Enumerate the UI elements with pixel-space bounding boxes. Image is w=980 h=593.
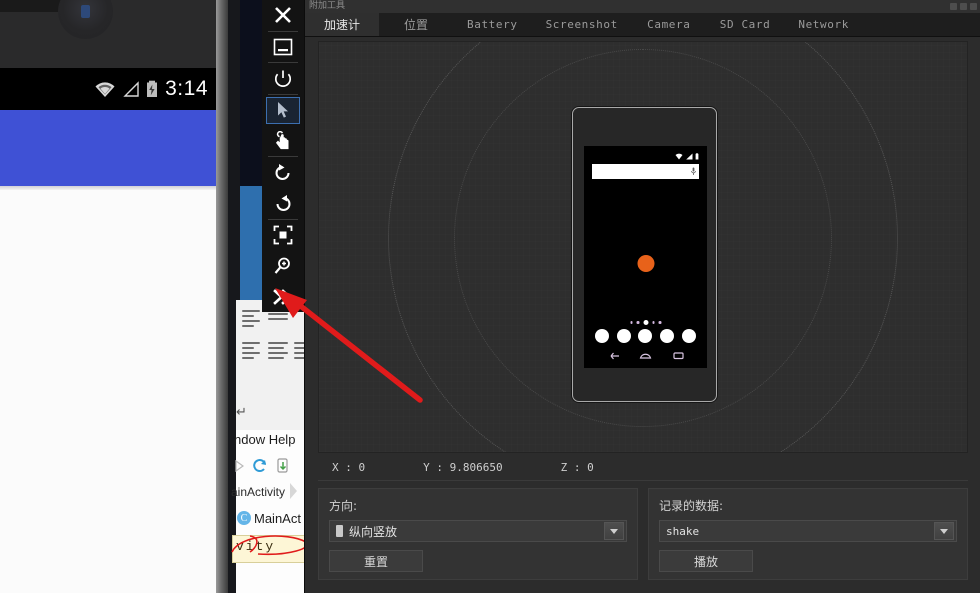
device-dock	[587, 329, 704, 343]
window-title: 附加工具	[309, 1, 346, 11]
recorded-data-select[interactable]: shake	[659, 520, 957, 542]
close-icon[interactable]	[262, 0, 304, 31]
home-icon	[639, 353, 652, 359]
red-circle-annotation	[231, 535, 309, 556]
device-signal-icon	[686, 153, 693, 159]
device-preview[interactable]	[572, 107, 717, 402]
tab-screenshot[interactable]: Screenshot	[532, 13, 632, 36]
device-search-bar	[592, 164, 699, 179]
ide-run-toolbar[interactable]	[234, 458, 290, 473]
tab-accelerometer[interactable]: 加速计	[305, 13, 379, 36]
pointer-icon[interactable]	[262, 95, 304, 126]
emulator-status-bar: 3:14	[0, 68, 216, 110]
tab-location[interactable]: 位置	[379, 13, 453, 36]
ide-class-badge: C	[237, 511, 251, 525]
microphone-icon	[691, 167, 696, 175]
dock-icon	[660, 329, 675, 343]
emulator-clock: 3:14	[165, 77, 208, 100]
dock-icon	[616, 329, 631, 343]
tab-network[interactable]: Network	[784, 13, 863, 36]
avd-manager-icon[interactable]	[276, 458, 290, 473]
window-title-bar: 附加工具	[305, 0, 980, 13]
accelerometer-position-dot	[637, 255, 654, 272]
dock-icon	[638, 329, 653, 343]
touch-hand-icon[interactable]	[262, 126, 304, 157]
rotate-right-icon[interactable]	[262, 188, 304, 219]
tab-battery[interactable]: Battery	[453, 13, 532, 36]
device-battery-icon	[695, 152, 699, 159]
phone-portrait-icon	[336, 525, 343, 537]
device-screen	[584, 146, 707, 368]
back-icon	[610, 352, 619, 359]
power-icon[interactable]	[262, 63, 304, 94]
more-chevrons-icon[interactable]	[262, 281, 304, 312]
emulator-right-bezel	[216, 0, 228, 593]
device-wifi-icon	[675, 153, 683, 159]
home-page-indicator	[630, 320, 661, 325]
emulator-app-bar	[0, 110, 216, 186]
sync-icon[interactable]	[252, 458, 268, 473]
axis-x-value: X : 0	[332, 461, 366, 474]
accelerometer-viewport[interactable]	[318, 41, 968, 453]
close-window-button[interactable]	[970, 3, 977, 10]
maximize-window-button[interactable]	[960, 3, 967, 10]
minimize-window-button[interactable]	[950, 3, 957, 10]
battery-charging-icon	[147, 80, 158, 97]
orientation-select[interactable]: 纵向竖放	[329, 520, 627, 542]
axis-z-value: Z : 0	[560, 461, 594, 474]
ide-caret-mark: ↵	[236, 404, 247, 419]
ide-class-item[interactable]: MainAct	[254, 511, 301, 526]
tab-camera[interactable]: Camera	[632, 13, 706, 36]
run-icon[interactable]	[234, 459, 244, 472]
control-panels: 方向: 纵向竖放 重置 记录的数据: shake 播放	[318, 488, 968, 580]
recorded-data-panel: 记录的数据: shake 播放	[648, 488, 968, 580]
chevron-down-icon[interactable]	[934, 522, 954, 540]
emulator-camera-icon	[58, 0, 113, 39]
reset-button[interactable]: 重置	[329, 550, 423, 572]
screen-root: 3:14 ↵ ndow Help ainActivity C MainAct v…	[0, 0, 980, 593]
tab-bar[interactable]: 加速计 位置 Battery Screenshot Camera SD Card…	[305, 13, 980, 37]
chevron-down-icon[interactable]	[604, 522, 624, 540]
play-button[interactable]: 播放	[659, 550, 753, 572]
wifi-icon	[95, 81, 115, 97]
dock-icon	[682, 329, 697, 343]
signal-icon	[123, 80, 139, 97]
device-nav-bar	[587, 345, 704, 365]
emulator-app-content	[0, 190, 216, 593]
ide-breadcrumb[interactable]: ainActivity	[231, 483, 298, 499]
recorded-data-selected-value: shake	[666, 524, 700, 538]
device-home-screen	[587, 149, 704, 359]
minimize-icon[interactable]	[262, 32, 304, 63]
tab-sd-card[interactable]: SD Card	[706, 13, 785, 36]
rotate-left-icon[interactable]	[262, 157, 304, 188]
ide-menu-bar[interactable]: ndow Help	[234, 432, 295, 447]
orientation-label: 方向:	[329, 499, 358, 513]
axis-y-value: Y : 9.806650	[423, 461, 503, 474]
device-status-bar	[587, 149, 704, 163]
window-buttons[interactable]	[950, 3, 977, 10]
orientation-selected-value: 纵向竖放	[349, 524, 398, 539]
extended-controls-window: 附加工具 加速计 位置 Battery Screenshot Camera SD…	[304, 0, 980, 593]
zoom-in-icon[interactable]	[262, 251, 304, 282]
screenshot-icon[interactable]	[262, 220, 304, 251]
recorded-data-label: 记录的数据:	[659, 499, 724, 513]
axis-readout: X : 0 Y : 9.806650 Z : 0	[318, 455, 968, 481]
emulator-side-toolbar[interactable]	[262, 0, 304, 312]
orientation-panel: 方向: 纵向竖放 重置	[318, 488, 638, 580]
recents-icon	[672, 351, 684, 359]
dock-icon	[594, 329, 609, 343]
